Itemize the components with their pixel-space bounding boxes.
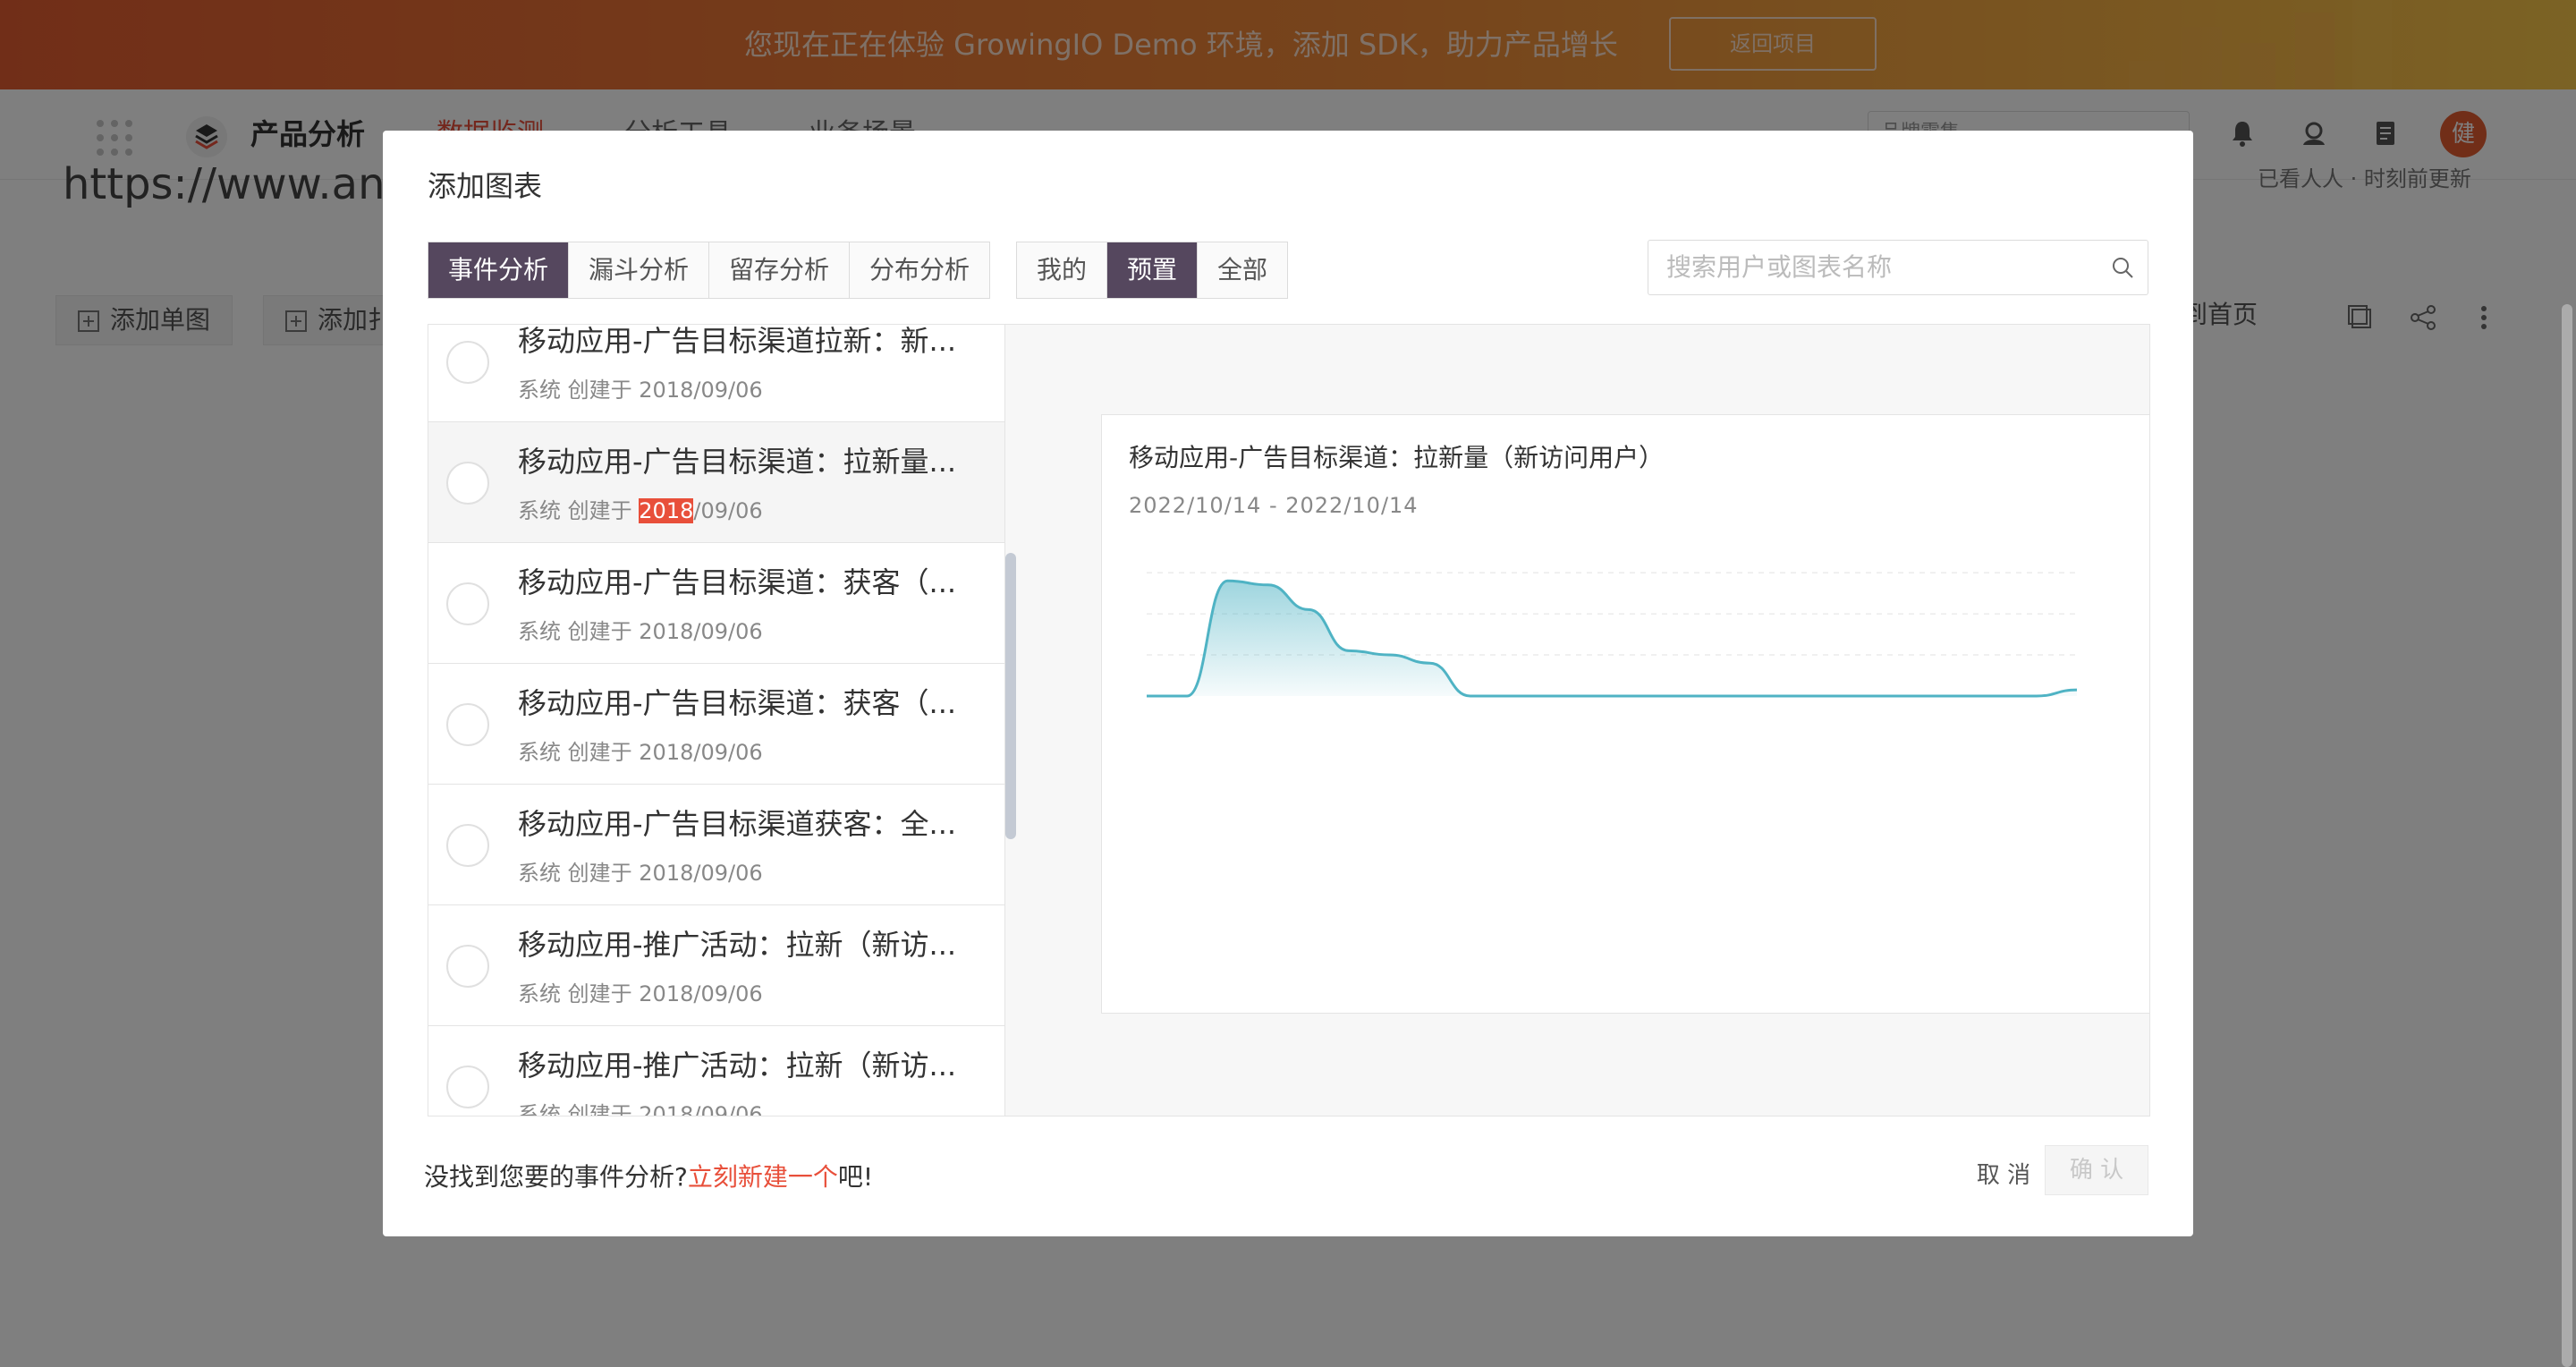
chart-item-creator: 系统 (518, 861, 561, 886)
chart-item-year: 2018 (639, 619, 694, 644)
chart-list-item[interactable]: 移动应用-推广活动：拉新（新访... 系统 创建于 2018/09/06 (428, 905, 1004, 1026)
footer-hint: 没找到您要的事件分析?立刻新建一个吧! (424, 1159, 873, 1195)
chart-item-creator: 系统 (518, 740, 561, 765)
chart-item-meta: 系统 创建于 2018/09/06 (518, 496, 763, 526)
chart-item-created-label: 创建于 (567, 378, 632, 403)
chart-item-date-rest: /09/06 (693, 981, 763, 1006)
cancel-button[interactable]: 取 消 (1968, 1150, 2039, 1201)
chart-browser: 移动应用-广告目标渠道拉新：新... 系统 创建于 2018/09/06 移动应用-… (428, 324, 2150, 1117)
chart-item-creator: 系统 (518, 619, 561, 644)
footer-hint-suffix: 吧! (837, 1162, 874, 1192)
footer-hint-prefix: 没找到您要的事件分析? (424, 1162, 688, 1192)
select-radio[interactable] (446, 824, 489, 867)
tab-all[interactable]: 全部 (1198, 242, 1288, 298)
chart-item-date-rest: /09/06 (693, 498, 763, 523)
chart-preview-card: 移动应用-广告目标渠道：拉新量（新访问用户） 2022/10/14 - 2022… (1101, 414, 2149, 1014)
tab-distribution-analysis[interactable]: 分布分析 (850, 242, 990, 298)
chart-item-title: 移动应用-广告目标渠道：获客（... (518, 565, 957, 599)
chart-item-year: 2018 (639, 498, 694, 523)
chart-list-item[interactable]: 移动应用-广告目标渠道：获客（... 系统 创建于 2018/09/06 (428, 664, 1004, 785)
modal-title: 添加图表 (428, 169, 543, 203)
chart-list-item[interactable]: 移动应用-推广活动：拉新（新访... 系统 创建于 2018/09/06 (428, 1026, 1004, 1116)
chart-item-meta: 系统 创建于 2018/09/06 (518, 375, 763, 405)
chart-item-year: 2018 (639, 740, 694, 765)
tab-retention-analysis[interactable]: 留存分析 (709, 242, 851, 298)
chart-item-creator: 系统 (518, 981, 561, 1006)
chart-list-item[interactable]: 移动应用-广告目标渠道拉新：新... 系统 创建于 2018/09/06 (428, 325, 1004, 422)
tab-funnel-analysis[interactable]: 漏斗分析 (569, 242, 710, 298)
chart-item-created-label: 创建于 (567, 861, 632, 886)
chart-list-scrollbar[interactable] (1005, 553, 1016, 839)
chart-item-year: 2018 (639, 1102, 694, 1116)
tab-event-analysis[interactable]: 事件分析 (428, 242, 570, 298)
chart-item-year: 2018 (639, 981, 694, 1006)
chart-item-title: 移动应用-广告目标渠道：拉新量... (518, 445, 957, 479)
chart-search-placeholder: 搜索用户或图表名称 (1666, 252, 1893, 282)
chart-item-date-rest: /09/06 (693, 378, 763, 403)
select-radio[interactable] (446, 462, 489, 505)
chart-list-item[interactable]: 移动应用-广告目标渠道：获客（... 系统 创建于 2018/09/06 (428, 543, 1004, 664)
chart-area-fill (1147, 581, 2077, 696)
select-radio[interactable] (446, 582, 489, 625)
scope-tabs: 我的 预置 全部 (1016, 242, 1289, 299)
chart-search-input[interactable]: 搜索用户或图表名称 (1648, 240, 2148, 295)
chart-item-year: 2018 (639, 861, 694, 886)
chart-item-date-rest: /09/06 (693, 1102, 763, 1116)
chart-item-year: 2018 (639, 378, 694, 403)
chart-item-date-rest: /09/06 (693, 861, 763, 886)
tab-preset[interactable]: 预置 (1107, 242, 1199, 298)
chart-item-created-label: 创建于 (567, 498, 632, 523)
chart-item-date-rest: /09/06 (693, 619, 763, 644)
select-radio[interactable] (446, 341, 489, 384)
search-icon[interactable] (2110, 255, 2135, 280)
chart-item-title: 移动应用-广告目标渠道拉新：新... (518, 325, 957, 358)
chart-item-meta: 系统 创建于 2018/09/06 (518, 979, 763, 1009)
chart-item-title: 移动应用-推广活动：拉新（新访... (518, 1049, 957, 1083)
chart-preview-title: 移动应用-广告目标渠道：拉新量（新访问用户） (1129, 443, 1665, 472)
chart-preview-date-range: 2022/10/14 - 2022/10/14 (1129, 493, 1419, 518)
chart-item-created-label: 创建于 (567, 981, 632, 1006)
chart-list-item[interactable]: 移动应用-广告目标渠道：拉新量... 系统 创建于 2018/09/06 (428, 422, 1004, 543)
chart-list-item[interactable]: 移动应用-广告目标渠道获客：全... 系统 创建于 2018/09/06 (428, 785, 1004, 905)
chart-item-meta: 系统 创建于 2018/09/06 (518, 737, 763, 768)
select-radio[interactable] (446, 703, 489, 746)
add-chart-modal: 添加图表 事件分析 漏斗分析 留存分析 分布分析 我的 预置 全部 搜索用户或图… (383, 131, 2193, 1236)
chart-item-meta: 系统 创建于 2018/09/06 (518, 1100, 763, 1116)
analysis-type-tabs: 事件分析 漏斗分析 留存分析 分布分析 (428, 242, 991, 299)
chart-item-creator: 系统 (518, 1102, 561, 1116)
chart-item-meta: 系统 创建于 2018/09/06 (518, 616, 763, 647)
chart-item-creator: 系统 (518, 498, 561, 523)
select-radio[interactable] (446, 1066, 489, 1108)
page-scrollbar[interactable] (2562, 304, 2572, 1367)
tab-mine[interactable]: 我的 (1017, 242, 1108, 298)
chart-item-date-rest: /09/06 (693, 740, 763, 765)
chart-list-items: 移动应用-广告目标渠道拉新：新... 系统 创建于 2018/09/06 移动应用-… (428, 325, 1004, 1116)
chart-item-title: 移动应用-广告目标渠道：获客（... (518, 686, 957, 720)
chart-item-meta: 系统 创建于 2018/09/06 (518, 858, 763, 888)
chart-item-title: 移动应用-广告目标渠道获客：全... (518, 807, 957, 841)
chart-item-created-label: 创建于 (567, 740, 632, 765)
select-radio[interactable] (446, 945, 489, 988)
chart-item-created-label: 创建于 (567, 1102, 632, 1116)
create-new-link[interactable]: 立刻新建一个 (688, 1162, 838, 1192)
chart-item-created-label: 创建于 (567, 619, 632, 644)
confirm-button[interactable]: 确 认 (2045, 1145, 2148, 1195)
chart-item-title: 移动应用-推广活动：拉新（新访... (518, 928, 957, 962)
chart-list[interactable]: 移动应用-广告目标渠道拉新：新... 系统 创建于 2018/09/06 移动应用-… (428, 325, 1005, 1116)
chart-item-creator: 系统 (518, 378, 561, 403)
